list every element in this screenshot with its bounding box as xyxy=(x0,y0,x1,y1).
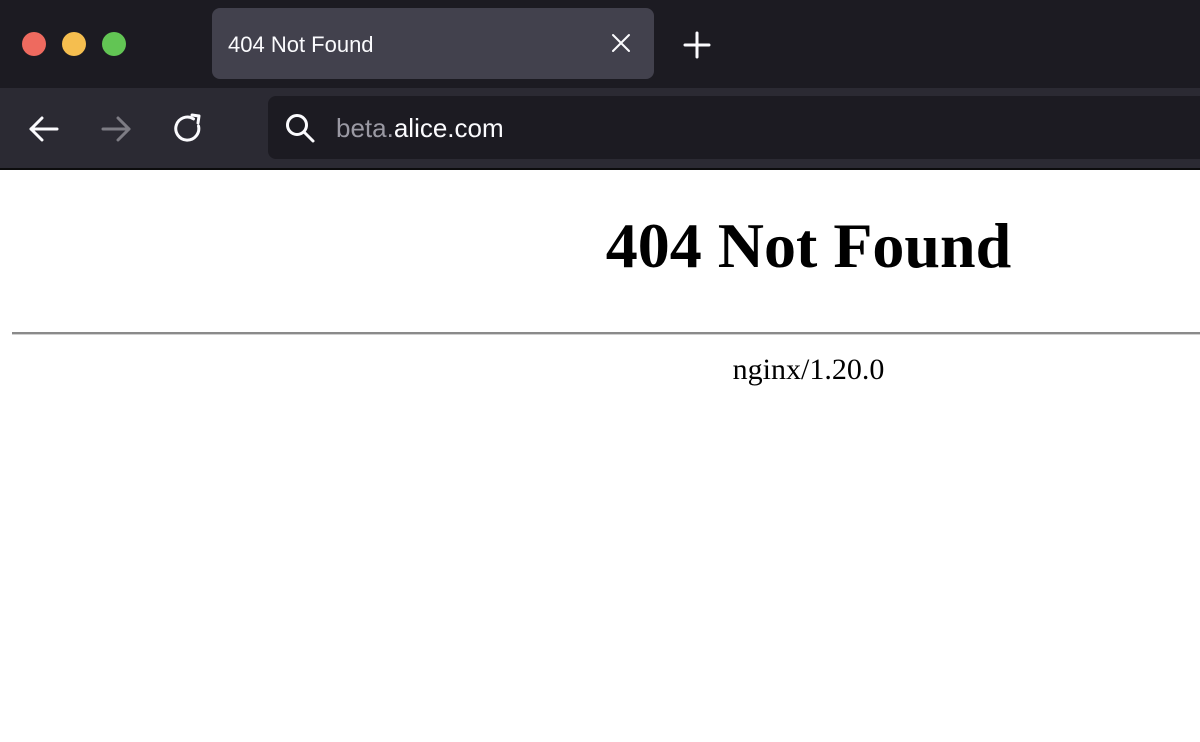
page-title: 404 Not Found xyxy=(605,210,1012,281)
arrow-left-icon[interactable] xyxy=(27,112,61,146)
url-domain: alice.com xyxy=(393,113,504,143)
tab-title: 404 Not Found xyxy=(228,32,374,57)
reload-icon[interactable] xyxy=(171,112,205,146)
window-maximize-button[interactable] xyxy=(102,32,126,56)
browser-window: 404 Not Found beta.alice.com 404 Not Fou… xyxy=(0,0,1200,742)
window-close-button[interactable] xyxy=(22,32,46,56)
tab-strip: 404 Not Found xyxy=(0,0,1200,88)
close-icon[interactable] xyxy=(610,32,632,54)
search-icon xyxy=(284,112,316,144)
tab-active[interactable]: 404 Not Found xyxy=(212,8,654,79)
plus-icon[interactable] xyxy=(682,30,712,60)
address-bar[interactable]: beta.alice.com xyxy=(268,96,1200,159)
horizontal-rule xyxy=(12,332,1200,335)
navigation-toolbar: beta.alice.com xyxy=(0,88,1200,168)
url-subdomain: beta. xyxy=(336,113,394,143)
arrow-right-icon[interactable] xyxy=(99,112,133,146)
window-minimize-button[interactable] xyxy=(62,32,86,56)
url-text[interactable]: beta.alice.com xyxy=(336,113,504,144)
page-content: 404 Not Found nginx/1.20.0 xyxy=(0,170,1200,742)
server-signature: nginx/1.20.0 xyxy=(732,353,885,386)
